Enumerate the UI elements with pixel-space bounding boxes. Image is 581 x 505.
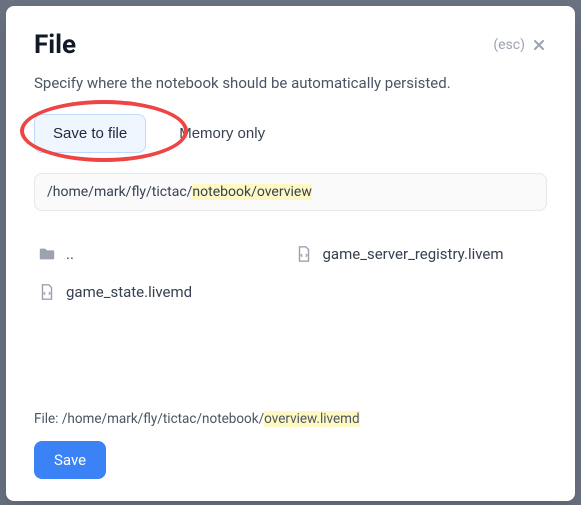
modal-header: File (esc)	[34, 30, 547, 60]
close-icon[interactable]	[531, 37, 547, 53]
close-group[interactable]: (esc)	[493, 37, 547, 53]
modal-subtitle: Specify where the notebook should be aut…	[34, 74, 547, 92]
file-name: game_server_registry.livem	[323, 245, 504, 263]
path-input[interactable]: /home/mark/fly/tictac/notebook/overview	[34, 173, 547, 211]
file-name: game_state.livemd	[66, 283, 192, 301]
file-modal: File (esc) Specify where the notebook sh…	[6, 6, 575, 501]
modal-footer: File: /home/mark/fly/tictac/notebook/ove…	[34, 411, 547, 479]
save-button[interactable]: Save	[34, 441, 106, 479]
code-file-icon	[295, 245, 313, 263]
footer-path-suffix: overview.livemd	[264, 411, 359, 427]
path-prefix: /home/mark/fly/tictac/	[47, 184, 192, 200]
tab-memory-only[interactable]: Memory only	[160, 114, 284, 153]
file-item-parent[interactable]: ..	[34, 235, 291, 273]
footer-label: File:	[34, 411, 62, 427]
file-name: ..	[66, 245, 74, 263]
esc-label: (esc)	[493, 37, 525, 53]
code-file-icon	[38, 283, 56, 301]
file-item-registry[interactable]: game_server_registry.livem	[291, 235, 548, 273]
modal-title: File	[34, 30, 76, 60]
resolved-path: File: /home/mark/fly/tictac/notebook/ove…	[34, 411, 547, 427]
file-list: .. game_server_registry.livem game_state…	[34, 235, 547, 311]
path-suffix: notebook/overview	[192, 184, 311, 200]
folder-icon	[38, 245, 56, 263]
tab-save-to-file[interactable]: Save to file	[34, 114, 146, 153]
storage-tabs: Save to file Memory only	[34, 114, 547, 153]
file-item-state[interactable]: game_state.livemd	[34, 273, 291, 311]
footer-path-prefix: /home/mark/fly/tictac/notebook/	[62, 411, 264, 427]
